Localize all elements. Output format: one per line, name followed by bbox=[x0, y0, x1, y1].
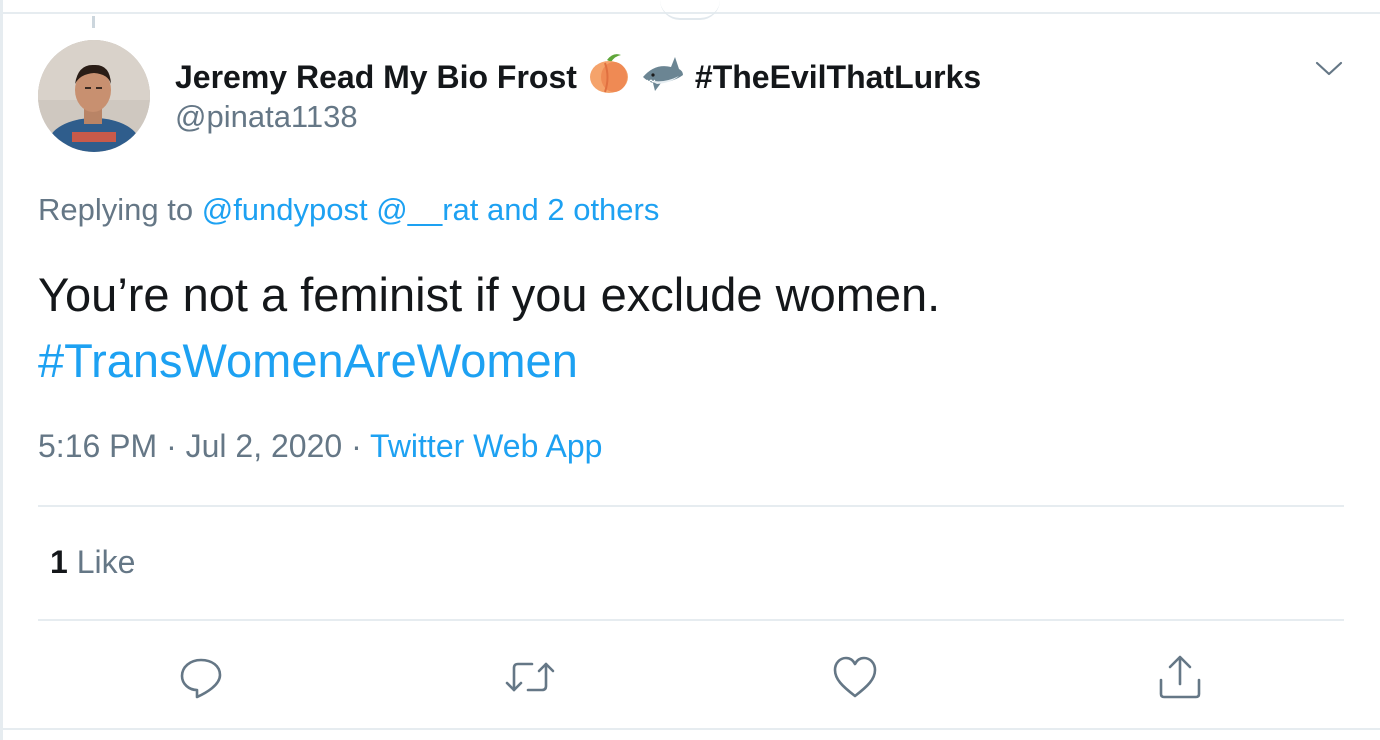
meta-separator: · bbox=[166, 428, 177, 464]
tweet-text: You’re not a feminist if you exclude wom… bbox=[38, 268, 941, 321]
divider bbox=[38, 619, 1344, 621]
author-name-hashtag[interactable]: #TheEvilThatLurks bbox=[695, 59, 981, 96]
likes-number: 1 bbox=[50, 544, 68, 580]
avatar-photo bbox=[38, 40, 150, 152]
reply-icon[interactable] bbox=[176, 652, 226, 702]
peach-emoji bbox=[587, 52, 631, 102]
mention-rat[interactable]: @__rat bbox=[376, 192, 478, 227]
chevron-down-icon[interactable] bbox=[1314, 58, 1344, 78]
mention-others[interactable]: and 2 others bbox=[487, 192, 659, 227]
thread-line bbox=[92, 16, 95, 28]
replying-to-line: Replying to @fundypost @__rat and 2 othe… bbox=[38, 192, 659, 228]
tweet-hashtag[interactable]: #TransWomenAreWomen bbox=[38, 328, 1338, 394]
like-icon[interactable] bbox=[830, 652, 880, 702]
author-name[interactable]: Jeremy Read My Bio Frost bbox=[175, 59, 577, 96]
shark-emoji bbox=[641, 53, 685, 101]
author-handle[interactable]: @pinata1138 bbox=[175, 99, 358, 135]
tweet-meta: 5:16 PM · Jul 2, 2020 · Twitter Web App bbox=[38, 428, 602, 465]
tweet-date[interactable]: Jul 2, 2020 bbox=[186, 428, 343, 464]
tweet-time[interactable]: 5:16 PM bbox=[38, 428, 157, 464]
likes-label: Like bbox=[76, 544, 136, 580]
share-icon[interactable] bbox=[1155, 652, 1205, 702]
frame-left-border bbox=[0, 0, 3, 740]
retweet-icon[interactable] bbox=[502, 652, 555, 702]
frame-bottom-border bbox=[3, 728, 1380, 730]
tweet-body: You’re not a feminist if you exclude wom… bbox=[38, 262, 1338, 394]
avatar[interactable] bbox=[38, 40, 150, 152]
replying-to-label: Replying to bbox=[38, 192, 194, 227]
tweet-source[interactable]: Twitter Web App bbox=[370, 428, 602, 464]
likes-count[interactable]: 1 Like bbox=[50, 544, 135, 581]
divider bbox=[38, 505, 1344, 507]
mention-fundypost[interactable]: @fundypost bbox=[202, 192, 368, 227]
previous-tweet-edge bbox=[660, 0, 720, 20]
meta-separator: · bbox=[351, 428, 362, 464]
author-name-line[interactable]: Jeremy Read My Bio Frost #TheEvilThatLur… bbox=[175, 52, 981, 102]
